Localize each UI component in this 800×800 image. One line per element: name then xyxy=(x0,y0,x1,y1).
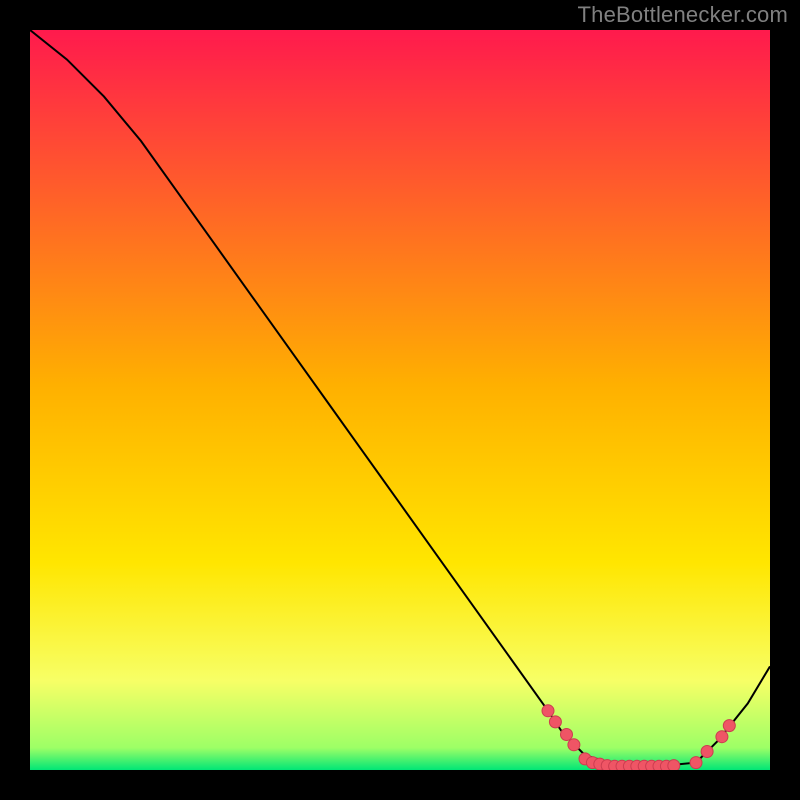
data-marker xyxy=(690,757,702,769)
data-marker xyxy=(723,720,735,732)
data-marker xyxy=(542,705,554,717)
watermark-text: TheBottlenecker.com xyxy=(578,2,788,28)
chart-svg xyxy=(30,30,770,770)
data-marker xyxy=(668,760,680,770)
chart-container: TheBottlenecker.com xyxy=(0,0,800,800)
data-marker xyxy=(568,739,580,751)
data-marker xyxy=(561,729,573,741)
data-marker xyxy=(549,716,561,728)
data-marker xyxy=(701,746,713,758)
plot-area xyxy=(30,30,770,770)
data-marker xyxy=(716,731,728,743)
